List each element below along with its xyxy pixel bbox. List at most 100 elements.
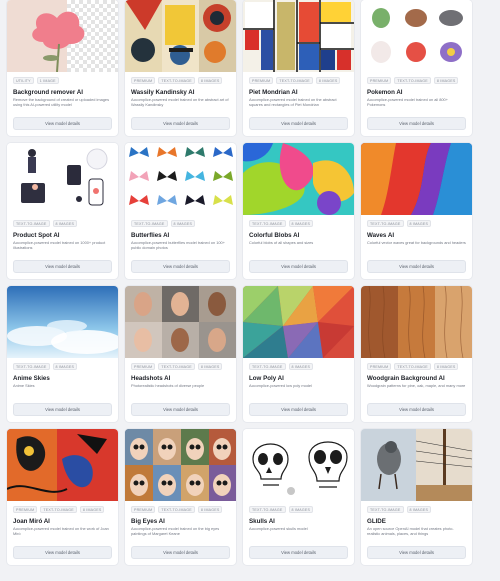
model-card[interactable]: PREMIUM TEXT-TO-IMAGE 8 IMAGES Pokemon A… <box>361 0 472 136</box>
tag: 8 IMAGES <box>288 363 314 370</box>
model-title: Low Poly AI <box>249 375 284 382</box>
model-card[interactable]: PREMIUM TEXT-TO-IMAGE 8 IMAGES Joan Miró… <box>7 429 118 565</box>
model-card[interactable]: PREMIUM TEXT-TO-IMAGE 8 IMAGES Headshots… <box>125 286 236 422</box>
model-card[interactable]: PREMIUM TEXT-TO-IMAGE 8 IMAGES Big Eyes … <box>125 429 236 565</box>
tag-list: TEXT-TO-IMAGE 8 IMAGES <box>13 363 118 370</box>
tag: 8 IMAGES <box>170 220 196 227</box>
view-model-details-button[interactable]: View model details <box>367 260 466 273</box>
tag-list: PREMIUM TEXT-TO-IMAGE 8 IMAGES <box>367 363 472 370</box>
model-thumbnail[interactable] <box>7 429 118 501</box>
model-title: Piet Mondrian AI <box>249 89 298 96</box>
model-thumbnail[interactable] <box>243 429 354 501</box>
model-card[interactable]: TEXT-TO-IMAGE 8 IMAGES Anime Skies Anime… <box>7 286 118 422</box>
tag: TEXT-TO-IMAGE <box>367 220 404 227</box>
view-model-details-button[interactable]: View model details <box>249 117 348 130</box>
model-thumbnail[interactable] <box>361 143 472 215</box>
tag: PREMIUM <box>13 506 38 513</box>
model-thumbnail[interactable] <box>243 286 354 358</box>
view-model-details-button[interactable]: View model details <box>13 260 112 273</box>
model-thumbnail-image <box>125 286 236 358</box>
model-card[interactable]: TEXT-TO-IMAGE 8 IMAGES Skulls AI Accompl… <box>243 429 354 565</box>
view-model-details-button[interactable]: View model details <box>249 403 348 416</box>
tag: TEXT-TO-IMAGE <box>158 363 195 370</box>
tag: TEXT-TO-IMAGE <box>249 363 286 370</box>
model-title: Big Eyes AI <box>131 518 165 525</box>
tag: TEXT-TO-IMAGE <box>249 506 286 513</box>
tag-list: TEXT-TO-IMAGE 8 IMAGES <box>249 363 354 370</box>
model-thumbnail-image <box>361 429 472 501</box>
tag-list: TEXT-TO-IMAGE 8 IMAGES <box>249 506 354 513</box>
model-card[interactable]: UTILITY 1 IMAGE Background remover AI Re… <box>7 0 118 136</box>
model-thumbnail[interactable] <box>361 429 472 501</box>
view-model-details-button[interactable]: View model details <box>13 403 112 416</box>
tag-list: UTILITY 1 IMAGE <box>13 77 118 84</box>
model-description: Colorful vector waves great for backgrou… <box>367 241 466 245</box>
model-thumbnail[interactable] <box>7 0 118 72</box>
view-model-details-button[interactable]: View model details <box>131 546 230 559</box>
tag-list: TEXT-TO-IMAGE 8 IMAGES <box>249 220 354 227</box>
view-model-details-button[interactable]: View model details <box>13 117 112 130</box>
view-model-details-button[interactable]: View model details <box>131 117 230 130</box>
tag: 8 IMAGES <box>197 506 223 513</box>
tag: TEXT-TO-IMAGE <box>40 506 77 513</box>
model-thumbnail[interactable] <box>125 429 236 501</box>
view-model-details-button[interactable]: View model details <box>367 403 466 416</box>
model-card[interactable]: TEXT-TO-IMAGE 8 IMAGES Colorful Blobs AI… <box>243 143 354 279</box>
model-title: GLIDE <box>367 518 386 525</box>
tag: 8 IMAGES <box>52 220 78 227</box>
tag: PREMIUM <box>249 77 274 84</box>
model-card[interactable]: TEXT-TO-IMAGE 8 IMAGES Product Spot AI A… <box>7 143 118 279</box>
tag-list: TEXT-TO-IMAGE 8 IMAGES <box>13 220 118 227</box>
model-thumbnail[interactable] <box>125 0 236 72</box>
tag: 1 IMAGE <box>36 77 59 84</box>
tag-list: PREMIUM TEXT-TO-IMAGE 8 IMAGES <box>249 77 354 84</box>
model-thumbnail-image <box>243 429 354 501</box>
tag: 8 IMAGES <box>197 77 223 84</box>
view-model-details-button[interactable]: View model details <box>249 260 348 273</box>
view-model-details-button[interactable]: View model details <box>367 546 466 559</box>
model-card[interactable]: PREMIUM TEXT-TO-IMAGE 8 IMAGES Piet Mond… <box>243 0 354 136</box>
model-card[interactable]: TEXT-TO-IMAGE 8 IMAGES GLIDE An open sou… <box>361 429 472 565</box>
tag: 8 IMAGES <box>406 506 432 513</box>
model-card[interactable]: TEXT-TO-IMAGE 8 IMAGES Low Poly AI Accom… <box>243 286 354 422</box>
tag-list: TEXT-TO-IMAGE 8 IMAGES <box>367 506 472 513</box>
model-title: Colorful Blobs AI <box>249 232 300 239</box>
model-thumbnail[interactable] <box>243 0 354 72</box>
model-title: Anime Skies <box>13 375 50 382</box>
view-model-details-button[interactable]: View model details <box>13 546 112 559</box>
model-thumbnail[interactable] <box>361 0 472 72</box>
tag: TEXT-TO-IMAGE <box>13 363 50 370</box>
tag: PREMIUM <box>367 363 392 370</box>
model-description: Accomplice-powered model trained on the … <box>249 98 337 107</box>
tag: TEXT-TO-IMAGE <box>249 220 286 227</box>
tag: TEXT-TO-IMAGE <box>276 77 313 84</box>
model-thumbnail[interactable] <box>7 143 118 215</box>
model-thumbnail[interactable] <box>361 286 472 358</box>
tag: 8 IMAGES <box>52 363 78 370</box>
model-description: Photorealistic headshots of diverse peop… <box>131 384 205 388</box>
model-thumbnail-image <box>243 0 354 72</box>
view-model-details-button[interactable]: View model details <box>131 403 230 416</box>
model-card[interactable]: PREMIUM TEXT-TO-IMAGE 8 IMAGES Woodgrain… <box>361 286 472 422</box>
tag: 8 IMAGES <box>288 220 314 227</box>
model-thumbnail-image <box>7 143 118 215</box>
view-model-details-button[interactable]: View model details <box>131 260 230 273</box>
model-title: Waves AI <box>367 232 395 239</box>
model-thumbnail-image <box>7 286 118 358</box>
model-description: Colorful blobs of all shapes and sizes <box>249 241 314 245</box>
view-model-details-button[interactable]: View model details <box>249 546 348 559</box>
model-card[interactable]: TEXT-TO-IMAGE 8 IMAGES Waves AI Colorful… <box>361 143 472 279</box>
model-card[interactable]: TEXT-TO-IMAGE 8 IMAGES Butterflies AI Ac… <box>125 143 236 279</box>
model-thumbnail[interactable] <box>125 143 236 215</box>
model-card[interactable]: PREMIUM TEXT-TO-IMAGE 8 IMAGES Wassily K… <box>125 0 236 136</box>
model-description: Accomplice-powered model trained on 1000… <box>13 241 106 250</box>
model-thumbnail[interactable] <box>125 286 236 358</box>
model-thumbnail[interactable] <box>7 286 118 358</box>
tag-list: TEXT-TO-IMAGE 8 IMAGES <box>131 220 236 227</box>
model-thumbnail[interactable] <box>243 143 354 215</box>
model-title: Headshots AI <box>131 375 171 382</box>
model-description: Accomplice-powered model trained on the … <box>131 98 229 107</box>
model-thumbnail-image <box>125 0 236 72</box>
view-model-details-button[interactable]: View model details <box>367 117 466 130</box>
model-title: Product Spot AI <box>13 232 60 239</box>
